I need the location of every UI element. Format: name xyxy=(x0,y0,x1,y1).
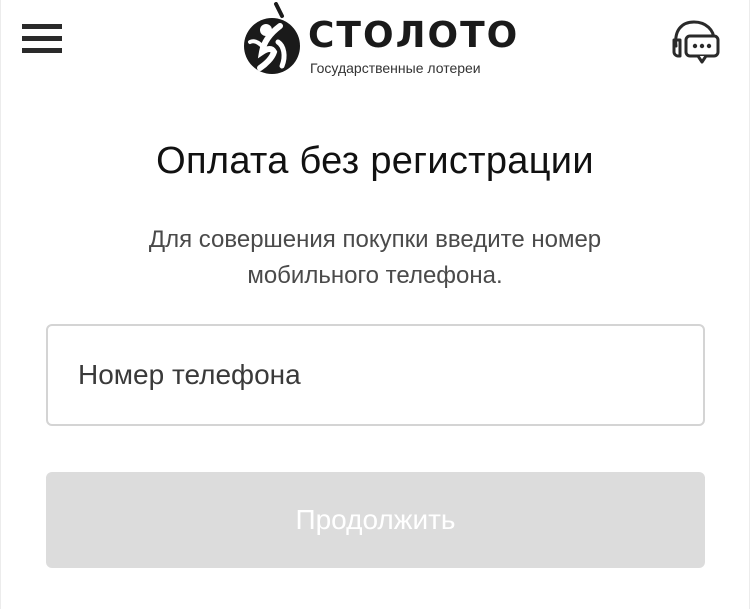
page-description: Для совершения покупки введите номер моб… xyxy=(115,222,635,294)
payment-page: СТОЛОТО Государственные лотереи Оплата б… xyxy=(0,0,750,609)
description-line: мобильного телефона. xyxy=(247,262,503,289)
headset-chat-icon xyxy=(672,20,720,64)
description-line: Для совершения покупки введите номер xyxy=(148,226,602,253)
stoloto-logo[interactable]: СТОЛОТО Государственные лотереи xyxy=(242,2,517,82)
page-title: Оплата без регистрации xyxy=(156,140,594,182)
menu-bar xyxy=(22,24,62,29)
phone-number-input[interactable] xyxy=(78,326,678,424)
phone-number-field[interactable] xyxy=(46,324,705,426)
stoloto-emblem-icon xyxy=(244,2,300,74)
logo-tagline: Государственные лотереи xyxy=(310,60,481,76)
continue-button[interactable]: Продолжить xyxy=(46,472,705,568)
logo-wordmark: СТОЛОТО xyxy=(308,15,520,56)
menu-bar xyxy=(22,48,62,53)
page-border-left xyxy=(0,0,1,609)
support-chat-icon[interactable] xyxy=(668,16,724,64)
menu-bar xyxy=(22,36,62,41)
hamburger-menu-icon[interactable] xyxy=(22,24,64,56)
